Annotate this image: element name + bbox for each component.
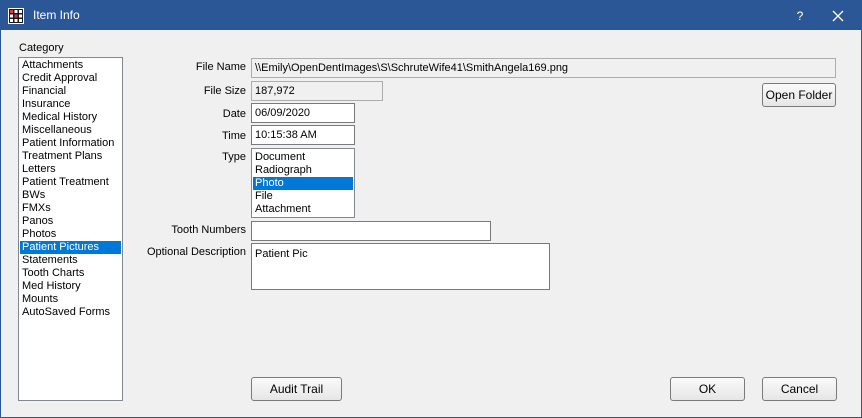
type-list[interactable]: Document Radiograph Photo File Attachment (251, 148, 355, 218)
type-item[interactable]: Photo (253, 177, 353, 190)
type-item[interactable]: Document (253, 151, 353, 164)
file-name-label: File Name (195, 61, 246, 73)
item-info-dialog: Item Info ? Category Attachments Credit A… (0, 0, 862, 418)
category-item[interactable]: Credit Approval (20, 72, 121, 85)
optional-description-field[interactable]: Patient Pic (251, 243, 550, 290)
category-item[interactable]: Tooth Charts (20, 267, 121, 280)
time-field[interactable]: 10:15:38 AM (251, 125, 355, 145)
category-item[interactable]: Patient Pictures (20, 241, 121, 254)
tooth-numbers-field[interactable] (251, 221, 491, 241)
category-item[interactable]: AutoSaved Forms (20, 306, 121, 319)
category-item[interactable]: Miscellaneous (20, 124, 121, 137)
app-grid-icon (8, 8, 24, 24)
category-item[interactable]: Patient Treatment (20, 176, 121, 189)
category-item[interactable]: Insurance (20, 98, 121, 111)
category-item[interactable]: Letters (20, 163, 121, 176)
category-item[interactable]: Mounts (20, 293, 121, 306)
category-item[interactable]: Attachments (20, 59, 121, 72)
category-list[interactable]: Attachments Credit Approval Financial Insur… (18, 57, 123, 401)
cancel-button[interactable]: Cancel (762, 377, 837, 401)
help-button[interactable]: ? (788, 5, 812, 27)
open-folder-button[interactable]: Open Folder (762, 83, 836, 107)
optional-description-label: Optional Description (146, 246, 246, 258)
ok-button[interactable]: OK (670, 377, 745, 401)
window-title: Item Info (33, 8, 80, 22)
file-name-field[interactable]: \\Emily\OpenDentImages\S\SchruteWife41\S… (251, 58, 836, 78)
file-size-label: File Size (203, 85, 246, 97)
date-field[interactable]: 06/09/2020 (251, 103, 355, 123)
type-item[interactable]: File (253, 190, 353, 203)
category-item[interactable]: Panos (20, 215, 121, 228)
category-item[interactable]: Med History (20, 280, 121, 293)
audit-trail-button[interactable]: Audit Trail (251, 377, 342, 401)
type-item[interactable]: Radiograph (253, 164, 353, 177)
category-item[interactable]: Patient Information (20, 137, 121, 150)
close-icon (832, 10, 844, 22)
time-label: Time (221, 130, 246, 142)
tooth-numbers-label: Tooth Numbers (171, 224, 246, 236)
file-size-field[interactable]: 187,972 (251, 81, 383, 101)
category-item[interactable]: Statements (20, 254, 121, 267)
category-item[interactable]: Treatment Plans (20, 150, 121, 163)
category-item[interactable]: FMXs (20, 202, 121, 215)
type-item[interactable]: Attachment (253, 203, 353, 216)
title-bar[interactable]: Item Info ? (1, 1, 861, 30)
close-button[interactable] (823, 5, 853, 27)
category-item[interactable]: Medical History (20, 111, 121, 124)
category-item[interactable]: BWs (20, 189, 121, 202)
date-label: Date (222, 108, 246, 120)
category-item[interactable]: Photos (20, 228, 121, 241)
type-label: Type (222, 151, 246, 163)
category-label: Category (19, 42, 64, 54)
category-item[interactable]: Financial (20, 85, 121, 98)
